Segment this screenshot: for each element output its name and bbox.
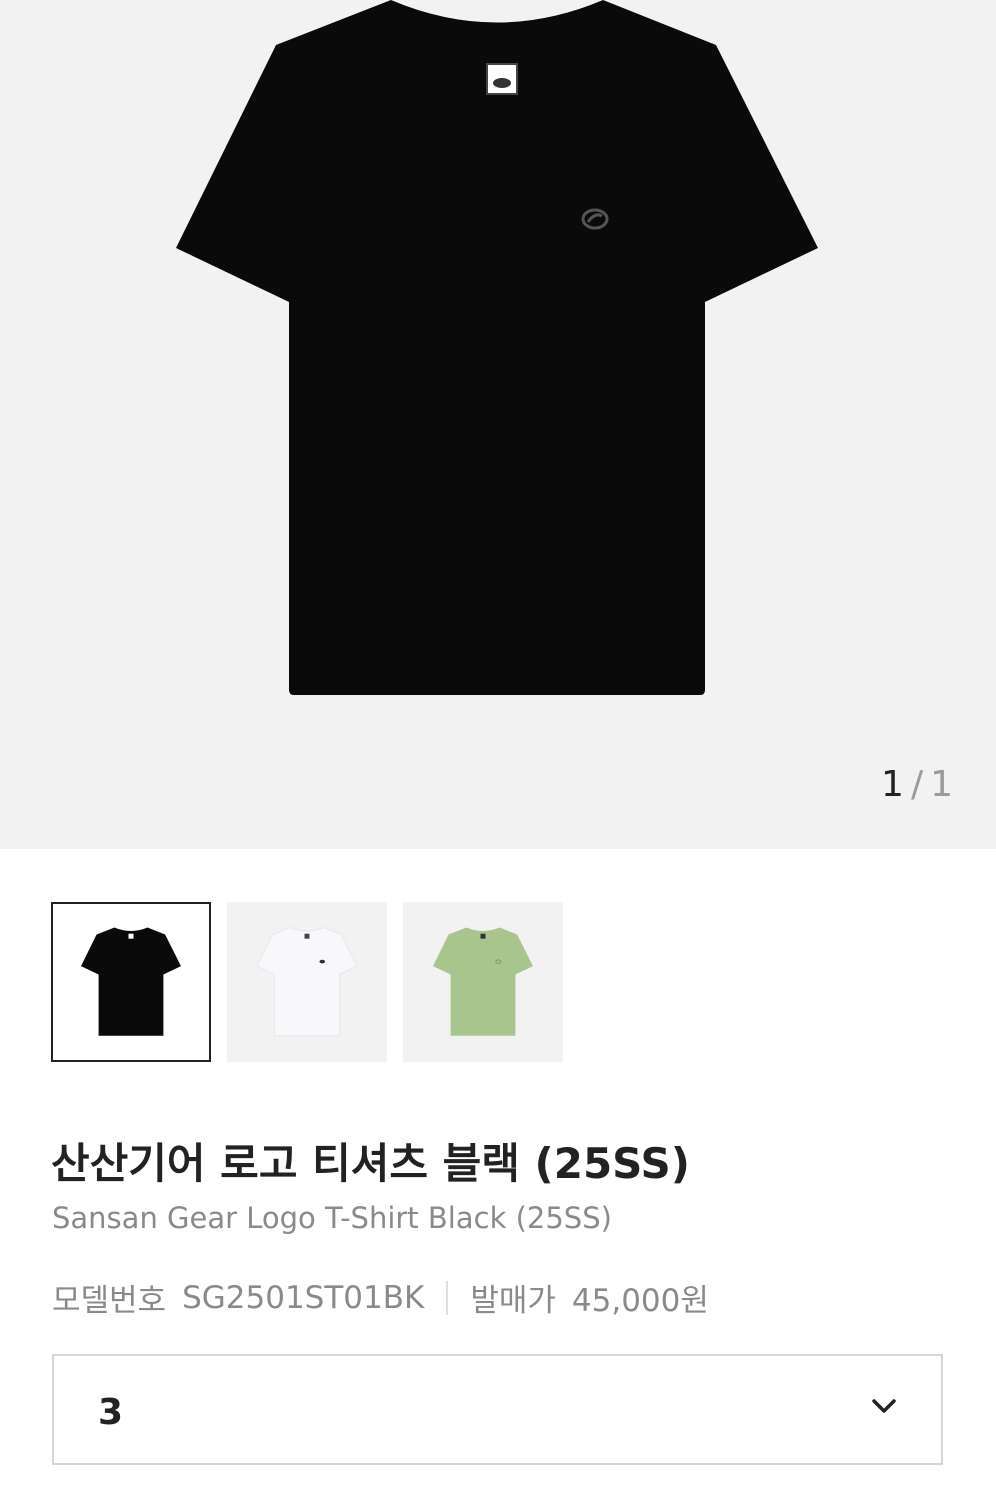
- model-number-value: SG2501ST01BK: [182, 1279, 425, 1316]
- thumbnail-white[interactable]: [227, 902, 387, 1062]
- image-pager: 1/1: [881, 764, 954, 805]
- tshirt-icon: [176, 0, 818, 695]
- product-subtitle: Sansan Gear Logo T-Shirt Black (25SS): [52, 1201, 612, 1235]
- thumbnail-black[interactable]: [51, 902, 211, 1062]
- release-price-label: 발매가: [470, 1283, 556, 1319]
- product-title: 산산기어 로고 티셔츠 블랙 (25SS): [51, 1139, 690, 1188]
- tshirt-icon: [257, 927, 357, 1037]
- size-select-value: 3: [98, 1392, 124, 1433]
- model-number-label: 모델번호: [52, 1283, 167, 1319]
- total-pages: 1: [930, 764, 954, 805]
- chevron-down-icon: [872, 1399, 896, 1413]
- current-page: 1: [881, 764, 905, 805]
- tshirt-icon: [81, 927, 181, 1036]
- release-price-value: 45,000원: [571, 1283, 709, 1319]
- pager-separator: /: [910, 764, 925, 805]
- thumbnail-green[interactable]: [403, 902, 563, 1062]
- tshirt-icon: [433, 927, 533, 1036]
- meta-divider: [446, 1280, 449, 1315]
- color-thumbnails: [51, 902, 563, 1062]
- product-meta: 모델번호 SG2501ST01BK 발매가 45,000원: [52, 1275, 709, 1320]
- product-image-gallery[interactable]: 1/1: [0, 0, 996, 849]
- size-select[interactable]: 3: [52, 1354, 943, 1465]
